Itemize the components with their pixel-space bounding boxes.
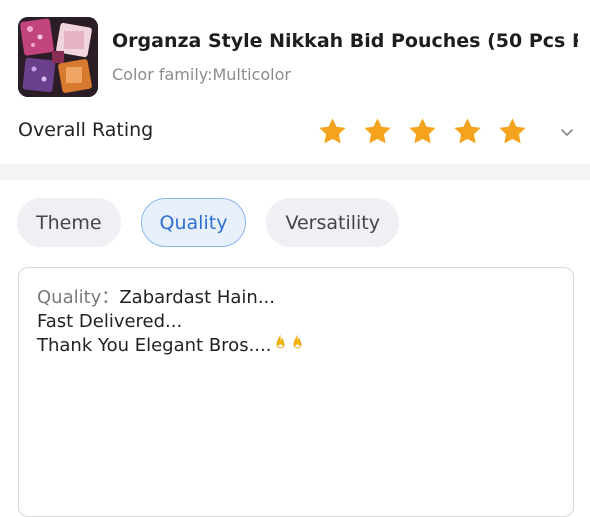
section-divider [0,164,590,180]
review-tag-chips: Theme Quality Versatility [17,198,399,248]
chevron-down-icon[interactable] [559,124,575,140]
star-icon-1[interactable] [317,116,348,147]
review-line-1: Quality：Zabardast Hain... [37,286,555,310]
overall-rating-label: Overall Rating [18,119,154,141]
star-icon-3[interactable] [407,116,438,147]
star-rating[interactable] [317,116,528,148]
ok-hand-emoji-icon [290,334,305,354]
product-color-family: Color family:Multicolor [112,65,291,84]
star-icon-2[interactable] [362,116,393,147]
review-line-1-text: Zabardast Hain... [119,287,275,308]
review-prefix: Quality： [37,287,120,308]
star-icon-5[interactable] [497,116,528,147]
product-image [18,17,98,97]
tag-chip-theme[interactable]: Theme [17,198,121,247]
product-title[interactable]: Organza Style Nikkah Bid Pouches (50 Pcs… [112,30,578,52]
star-icon-4[interactable] [452,116,483,147]
tag-chip-quality[interactable]: Quality [140,198,247,247]
overall-rating-row[interactable]: Overall Rating [0,112,590,152]
tag-chip-versatility[interactable]: Versatility [266,198,399,247]
product-summary: Organza Style Nikkah Bid Pouches (50 Pcs… [18,17,578,97]
review-line-3-text: Thank You Elegant Bros.... [37,335,272,356]
review-line-2: Fast Delivered... [37,311,183,332]
ok-hand-emoji-icon [273,334,288,354]
review-textarea[interactable]: Quality：Zabardast Hain... Fast Delivered… [18,267,574,517]
review-line-3: Thank You Elegant Bros.... [37,334,555,358]
product-thumbnail [18,17,98,97]
